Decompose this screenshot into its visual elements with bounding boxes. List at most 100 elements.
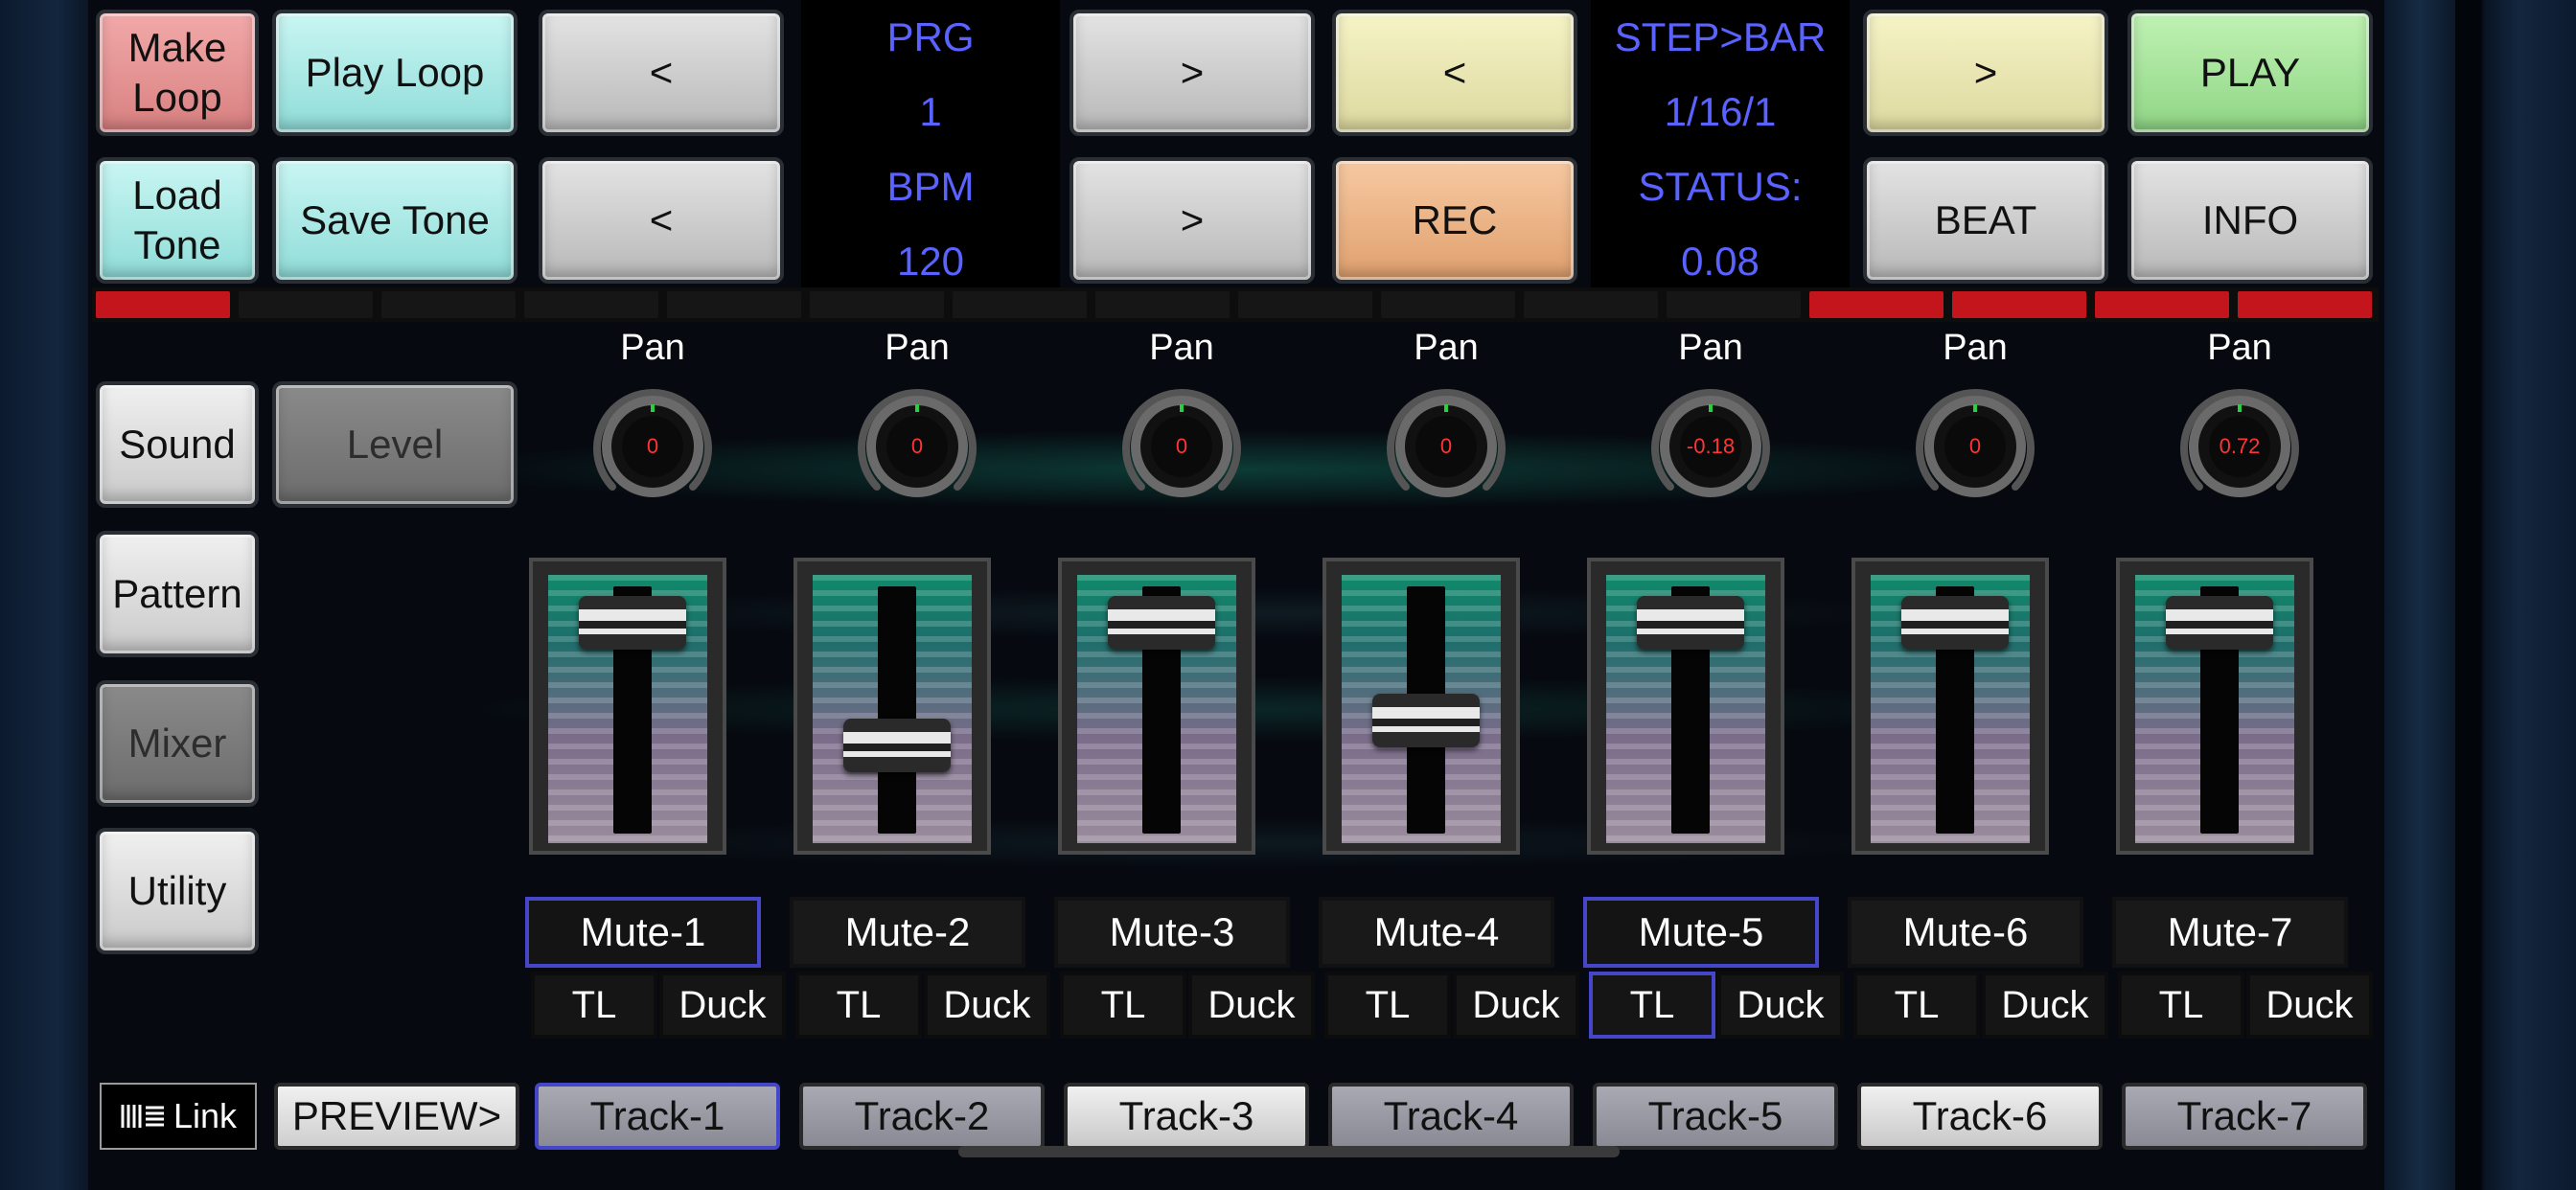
pan-value: 0	[910, 434, 924, 458]
duck-button[interactable]: Duck	[1188, 972, 1315, 1039]
pan-value: 0	[1968, 434, 1982, 458]
pan-value: -0.18	[1686, 434, 1736, 458]
status-label: STATUS:	[1638, 164, 1803, 209]
volume-fader[interactable]	[1587, 558, 1784, 855]
fader-handle[interactable]	[1372, 694, 1480, 747]
prg-display: PRG 1	[801, 0, 1060, 149]
pan-label: Pan	[1678, 328, 1743, 368]
mute-button[interactable]: Mute-2	[790, 897, 1025, 968]
pan-knob[interactable]: 0	[1115, 379, 1249, 514]
step-indicator	[1952, 291, 2086, 318]
fader-handle[interactable]	[1901, 596, 2009, 650]
step-indicator	[1381, 291, 1515, 318]
duck-button[interactable]: Duck	[659, 972, 786, 1039]
tl-button[interactable]: TL	[2118, 972, 2244, 1039]
step-value: 1/16/1	[1664, 89, 1777, 134]
fader-handle[interactable]	[579, 596, 686, 650]
ableton-link-button[interactable]: Link	[100, 1083, 257, 1150]
sound-menu-button[interactable]: Sound	[96, 381, 259, 508]
fader-handle[interactable]	[843, 719, 951, 772]
pan-label: Pan	[1414, 328, 1479, 368]
tl-button[interactable]: TL	[1324, 972, 1451, 1039]
volume-fader[interactable]	[1322, 558, 1520, 855]
step-indicator	[524, 291, 658, 318]
tl-button[interactable]: TL	[1060, 972, 1186, 1039]
tl-button[interactable]: TL	[795, 972, 922, 1039]
duck-button[interactable]: Duck	[924, 972, 1050, 1039]
track-button[interactable]: Track-6	[1857, 1083, 2103, 1150]
link-label: Link	[172, 1096, 238, 1135]
track-button[interactable]: Track-4	[1328, 1083, 1574, 1150]
preview-button[interactable]: PREVIEW>	[274, 1083, 519, 1150]
mute-button[interactable]: Mute-3	[1054, 897, 1290, 968]
play-button[interactable]: PLAY	[2128, 10, 2373, 136]
pan-knob[interactable]: -0.18	[1644, 379, 1778, 514]
prg-next-button[interactable]: >	[1070, 10, 1315, 136]
mute-button[interactable]: Mute-5	[1583, 897, 1819, 968]
tl-button[interactable]: TL	[531, 972, 657, 1039]
right-bezel	[2384, 0, 2455, 1190]
step-indicator	[1809, 291, 1944, 318]
beat-button[interactable]: BEAT	[1863, 157, 2108, 284]
pan-label: Pan	[1943, 328, 2008, 368]
mixer-menu-button[interactable]: Mixer	[96, 680, 259, 807]
make-loop-button[interactable]: Make Loop	[96, 10, 259, 136]
duck-button[interactable]: Duck	[1453, 972, 1579, 1039]
mute-button[interactable]: Mute-6	[1848, 897, 2083, 968]
fader-handle[interactable]	[1108, 596, 1215, 650]
fader-handle[interactable]	[2166, 596, 2273, 650]
track-button[interactable]: Track-2	[799, 1083, 1045, 1150]
volume-fader[interactable]	[1058, 558, 1255, 855]
step-next-button[interactable]: >	[1863, 10, 2108, 136]
duck-button[interactable]: Duck	[1717, 972, 1844, 1039]
bpm-display: BPM 120	[801, 149, 1060, 287]
rec-button[interactable]: REC	[1332, 157, 1577, 284]
volume-fader[interactable]	[2116, 558, 2313, 855]
fader-handle[interactable]	[1637, 596, 1744, 650]
step-indicator	[2238, 291, 2372, 318]
utility-menu-button[interactable]: Utility	[96, 828, 259, 954]
step-prev-button[interactable]: <	[1332, 10, 1577, 136]
step-indicator	[1095, 291, 1230, 318]
mute-button[interactable]: Mute-4	[1319, 897, 1554, 968]
pan-knob[interactable]: 0	[850, 379, 984, 514]
volume-fader[interactable]	[529, 558, 726, 855]
prg-value: 1	[919, 89, 942, 134]
duck-button[interactable]: Duck	[1982, 972, 2108, 1039]
step-indicator	[1667, 291, 1801, 318]
pan-label: Pan	[1149, 328, 1214, 368]
play-loop-button[interactable]: Play Loop	[272, 10, 518, 136]
mute-button[interactable]: Mute-7	[2112, 897, 2348, 968]
save-tone-button[interactable]: Save Tone	[272, 157, 518, 284]
pan-knob[interactable]: 0	[1379, 379, 1513, 514]
track-button[interactable]: Track-3	[1064, 1083, 1309, 1150]
home-indicator	[958, 1146, 1620, 1157]
prg-label: PRG	[886, 14, 975, 59]
tl-button[interactable]: TL	[1853, 972, 1980, 1039]
track-button[interactable]: Track-7	[2122, 1083, 2367, 1150]
pan-value: 0	[1175, 434, 1188, 458]
pan-label: Pan	[2207, 328, 2272, 368]
prg-prev-button[interactable]: <	[539, 10, 784, 136]
duck-button[interactable]: Duck	[2246, 972, 2373, 1039]
info-button[interactable]: INFO	[2128, 157, 2373, 284]
track-button[interactable]: Track-1	[535, 1083, 780, 1150]
pan-knob[interactable]: 0	[586, 379, 720, 514]
bpm-next-button[interactable]: >	[1070, 157, 1315, 284]
track-button[interactable]: Track-5	[1593, 1083, 1838, 1150]
volume-fader[interactable]	[1852, 558, 2049, 855]
pattern-menu-button[interactable]: Pattern	[96, 531, 259, 657]
bpm-prev-button[interactable]: <	[539, 157, 784, 284]
tl-button[interactable]: TL	[1589, 972, 1715, 1039]
load-tone-button[interactable]: Load Tone	[96, 157, 259, 284]
pan-knob[interactable]: 0.72	[2173, 379, 2307, 514]
mute-button[interactable]: Mute-1	[525, 897, 761, 968]
pan-knob[interactable]: 0	[1908, 379, 2042, 514]
step-indicator	[2095, 291, 2229, 318]
volume-fader[interactable]	[794, 558, 991, 855]
step-indicator	[810, 291, 944, 318]
step-indicator	[1238, 291, 1372, 318]
level-button[interactable]: Level	[272, 381, 518, 508]
step-indicator	[667, 291, 801, 318]
step-indicator	[239, 291, 373, 318]
